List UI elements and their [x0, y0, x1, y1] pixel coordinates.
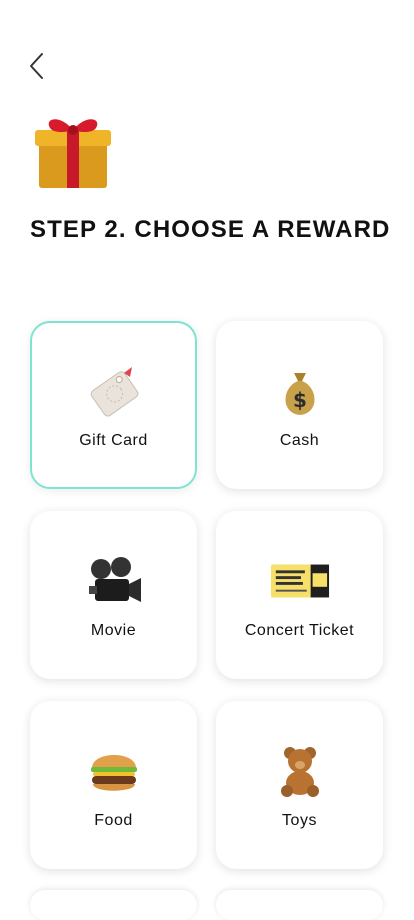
reward-card-gift-card[interactable]: Gift Card [30, 321, 197, 489]
reward-label: Movie [90, 622, 137, 639]
svg-text:$: $ [293, 388, 307, 412]
reward-card-partial[interactable] [30, 890, 197, 920]
teddy-bear-icon [270, 741, 330, 801]
reward-card-toys[interactable]: Toys [216, 701, 383, 869]
reward-card-movie[interactable]: Movie [30, 511, 197, 679]
back-button[interactable] [22, 50, 50, 82]
page-title: STEP 2. CHOOSE A REWARD [30, 216, 391, 243]
reward-card-cash[interactable]: $ Cash [216, 321, 383, 489]
burger-icon [84, 741, 144, 801]
reward-card-concert-ticket[interactable]: Concert Ticket [216, 511, 383, 679]
gift-icon [30, 108, 116, 194]
gift-card-icon [84, 361, 144, 421]
chevron-left-icon [30, 53, 43, 79]
reward-label: Cash [279, 432, 320, 449]
reward-label: Gift Card [79, 432, 148, 449]
reward-card-partial[interactable] [216, 890, 383, 920]
reward-grid: Gift Card $ Cash Movie Concert Ticket Fo… [30, 321, 383, 869]
reward-label: Toys [282, 812, 317, 829]
reward-card-food[interactable]: Food [30, 701, 197, 869]
money-bag-icon: $ [270, 361, 330, 421]
ticket-icon [270, 551, 330, 611]
movie-camera-icon [84, 551, 144, 611]
reward-label: Concert Ticket [244, 622, 355, 639]
reward-label: Food [94, 812, 133, 829]
